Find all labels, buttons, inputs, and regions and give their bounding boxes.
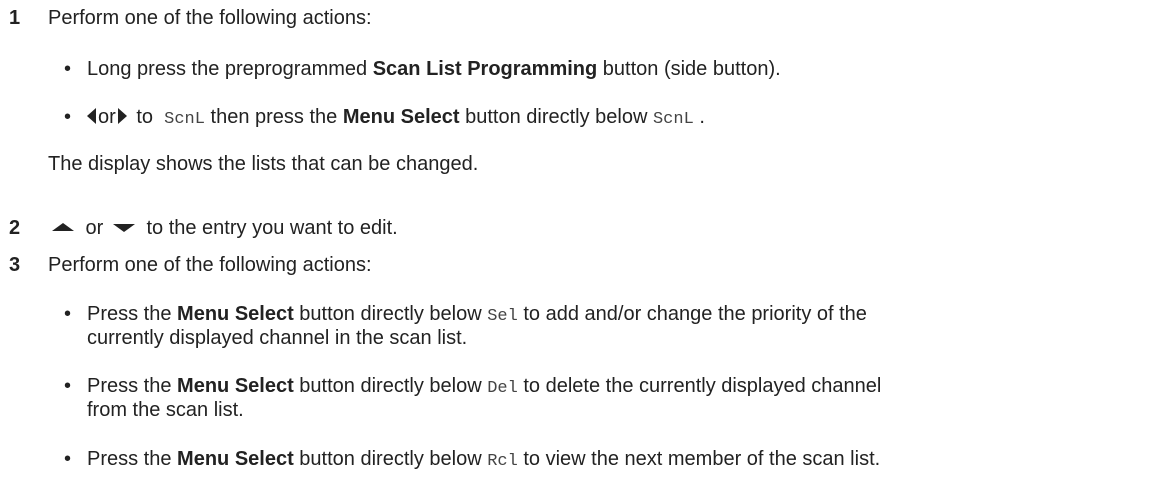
to-text: to: [130, 106, 159, 128]
step-number-1: 1: [9, 7, 21, 29]
step-3-bullet-3: Press the Menu Select button directly be…: [87, 447, 880, 474]
below-text: button directly below: [293, 448, 488, 470]
below-text: button directly below: [293, 303, 488, 325]
del-description: to delete the currently displayed channe…: [517, 375, 882, 397]
del-label: Del: [487, 379, 518, 398]
sel-description: to add and/or change the priority of the: [517, 303, 867, 325]
step-number-2: 2: [9, 217, 21, 239]
step-3-bullet-2-cont: from the scan list.: [87, 399, 244, 421]
step-1-bullet-2: or to ScnL then press the Menu Select bu…: [87, 105, 705, 132]
period-text: .: [693, 106, 705, 128]
rcl-description: to view the next member of the scan list…: [517, 448, 881, 470]
right-arrow-icon: [117, 107, 127, 124]
or-text: or: [98, 106, 116, 128]
menu-select-label: Menu Select: [177, 303, 294, 325]
step-3-bullet-1: Press the Menu Select button directly be…: [87, 302, 867, 329]
below-text: button directly below: [293, 375, 488, 397]
step-number-3: 3: [9, 254, 21, 276]
below-text: button directly below: [459, 106, 653, 128]
press-text: Press the: [87, 303, 178, 325]
bullet-1a: •: [64, 58, 72, 80]
scnl-label-2: ScnL: [652, 110, 694, 129]
menu-select-label: Menu Select: [177, 448, 294, 470]
left-arrow-icon: [87, 107, 96, 124]
then-text: then press the: [204, 106, 343, 128]
scnl-label: ScnL: [164, 110, 205, 129]
bullet-3c: •: [64, 448, 72, 470]
scan-list-programming-label: Scan List Programming: [372, 58, 598, 80]
bullet-3a: •: [64, 303, 72, 325]
step-3-bullet-2: Press the Menu Select button directly be…: [87, 374, 881, 401]
step-2-text: or to the entry you want to edit.: [48, 216, 398, 240]
step-2-body: to the entry you want to edit.: [140, 217, 398, 239]
press-text: Press the: [87, 375, 178, 397]
or-text-2: or: [80, 217, 109, 239]
step-3-text: Perform one of the following actions:: [48, 254, 372, 276]
up-arrow-icon: [52, 222, 74, 231]
down-arrow-icon: [112, 223, 135, 232]
sel-label: Sel: [487, 307, 518, 326]
step-3-bullet-1-cont: currently displayed channel in the scan …: [87, 327, 468, 349]
bullet-1b: •: [64, 106, 72, 128]
menu-select-label: Menu Select: [342, 106, 460, 128]
rcl-label: Rcl: [487, 452, 518, 471]
menu-select-label: Menu Select: [177, 375, 294, 397]
step-1-bullet-1: Long press the preprogrammed Scan List P…: [87, 57, 781, 81]
step-1-bullet-1-text: Long press the preprogrammed: [87, 58, 373, 80]
bullet-3b: •: [64, 375, 72, 397]
step-1-bullet-1-tail: button (side button).: [597, 58, 781, 80]
press-text: Press the: [87, 448, 178, 470]
step-1-result: The display shows the lists that can be …: [48, 153, 479, 175]
step-1-text: Perform one of the following actions:: [48, 7, 372, 29]
